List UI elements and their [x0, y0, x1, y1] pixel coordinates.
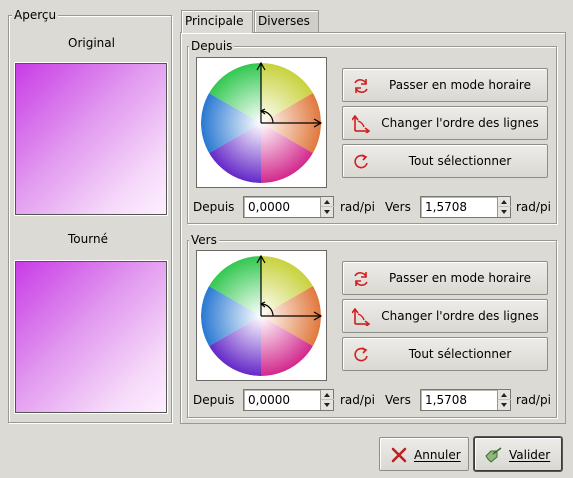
from-depuis-label: Depuis: [193, 200, 235, 214]
ok-button[interactable]: Valider: [473, 436, 563, 472]
to-depuis-decrement[interactable]: [321, 400, 334, 410]
from-depuis-spinner[interactable]: [243, 196, 334, 218]
to-clockwise-label: Passer en mode horaire: [389, 271, 531, 285]
from-vers-input[interactable]: [423, 199, 494, 215]
to-select-all-button[interactable]: Tout sélectionner: [342, 337, 548, 371]
from-clockwise-button[interactable]: Passer en mode horaire: [342, 68, 548, 102]
preview-frame-title: Aperçu: [12, 8, 59, 22]
from-swap-order-button[interactable]: Changer l'ordre des lignes: [342, 106, 548, 140]
from-vers-increment[interactable]: [498, 197, 511, 207]
from-vers-spinner[interactable]: [420, 196, 511, 218]
from-depuis-input[interactable]: [246, 199, 317, 215]
ok-label: Valider: [509, 448, 551, 462]
ok-check-icon: [485, 447, 502, 463]
from-vers-unit: rad/pi: [516, 200, 551, 214]
to-color-wheel[interactable]: [197, 251, 326, 380]
from-color-wheel-area[interactable]: [196, 57, 327, 188]
rotated-preview: [14, 260, 168, 414]
to-vers-unit: rad/pi: [516, 393, 551, 407]
to-depuis-increment[interactable]: [321, 390, 334, 400]
cancel-button[interactable]: Annuler: [379, 437, 469, 471]
to-vers-decrement[interactable]: [498, 400, 511, 410]
from-vers-arrows: [497, 197, 511, 217]
from-depuis-arrows: [320, 197, 334, 217]
to-depuis-input[interactable]: [246, 392, 317, 408]
from-vers-decrement[interactable]: [498, 207, 511, 217]
to-vers-spinner[interactable]: [420, 389, 511, 411]
to-clockwise-button[interactable]: Passer en mode horaire: [342, 261, 548, 295]
clockwise-arrows-icon: [354, 272, 368, 286]
select-all-icon: [354, 347, 368, 362]
original-label: Original: [68, 36, 115, 50]
from-depuis-decrement[interactable]: [321, 207, 334, 217]
tab-diverses[interactable]: Diverses: [254, 10, 319, 32]
clockwise-arrows-icon: [354, 79, 368, 93]
from-vers-label: Vers: [385, 200, 411, 214]
from-swap-order-label: Changer l'ordre des lignes: [381, 116, 539, 130]
to-vers-increment[interactable]: [498, 390, 511, 400]
rotated-label: Tourné: [68, 232, 108, 246]
cancel-x-icon: [391, 447, 407, 463]
from-color-wheel[interactable]: [197, 58, 326, 187]
cancel-label: Annuler: [414, 448, 461, 462]
to-vers-label: Vers: [385, 393, 411, 407]
to-depuis-label: Depuis: [193, 393, 235, 407]
to-depuis-arrows: [320, 390, 334, 410]
to-color-wheel-area[interactable]: [196, 250, 327, 381]
to-swap-order-button[interactable]: Changer l'ordre des lignes: [342, 299, 548, 333]
to-range-title: Vers: [189, 233, 219, 247]
swap-order-icon: [352, 308, 370, 326]
to-depuis-spinner[interactable]: [243, 389, 334, 411]
to-vers-input[interactable]: [423, 392, 494, 408]
to-vers-arrows: [497, 390, 511, 410]
to-depuis-unit: rad/pi: [340, 393, 375, 407]
from-clockwise-label: Passer en mode horaire: [389, 78, 531, 92]
from-select-all-button[interactable]: Tout sélectionner: [342, 144, 548, 178]
to-select-all-label: Tout sélectionner: [408, 347, 512, 361]
to-swap-order-label: Changer l'ordre des lignes: [381, 309, 539, 323]
from-range-title: Depuis: [189, 39, 235, 53]
from-depuis-unit: rad/pi: [340, 200, 375, 214]
from-select-all-label: Tout sélectionner: [408, 154, 512, 168]
from-depuis-increment[interactable]: [321, 197, 334, 207]
swap-order-icon: [352, 115, 370, 133]
original-preview: [14, 62, 168, 216]
tab-principale[interactable]: Principale: [181, 10, 253, 33]
select-all-icon: [354, 154, 368, 169]
